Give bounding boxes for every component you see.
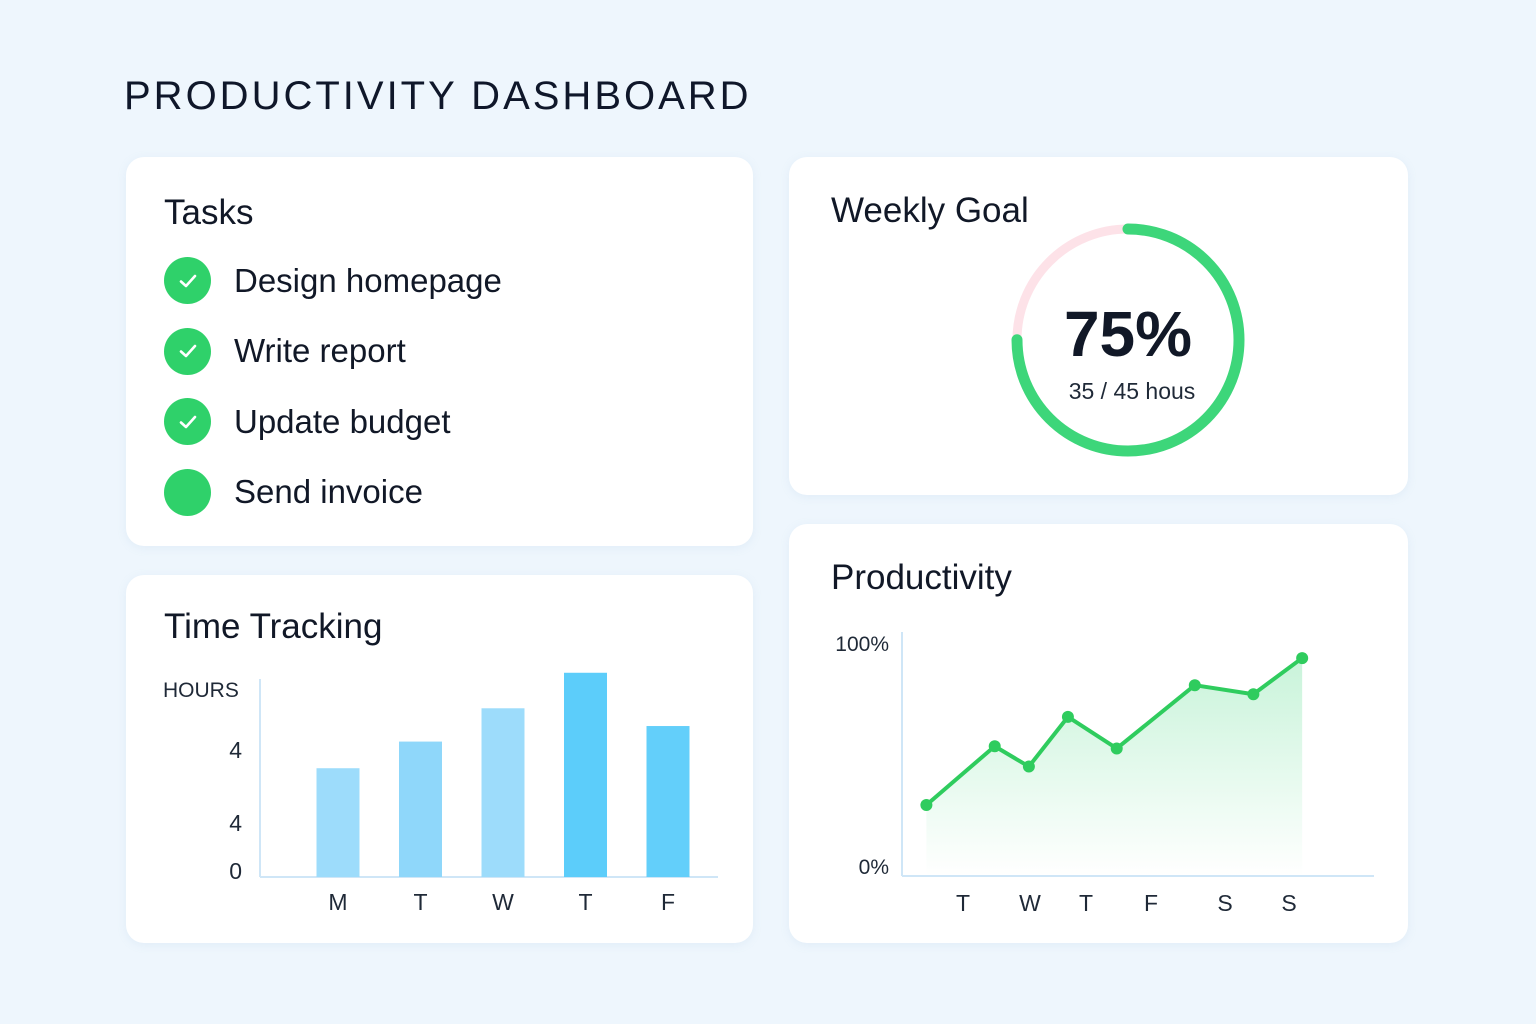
x-tick-label: T xyxy=(413,889,427,915)
y-tick-label: 100% xyxy=(835,633,889,656)
data-point xyxy=(920,798,933,811)
bar xyxy=(481,708,525,877)
pending-circle-icon[interactable] xyxy=(164,468,211,516)
area-fill xyxy=(926,658,1303,876)
task-list: Design homepage Write report Update budg… xyxy=(164,257,502,539)
productivity-line-chart: 100% 0% T W T F S S xyxy=(835,632,1374,916)
check-circle-icon[interactable] xyxy=(164,257,211,304)
data-point xyxy=(1110,742,1123,755)
weekly-goal-card: Weekly Goal 75% 35 / 45 hous xyxy=(789,157,1408,495)
data-point xyxy=(1022,760,1035,773)
x-tick-label: F xyxy=(661,889,675,915)
x-tick-label: T xyxy=(956,890,970,916)
y-tick-label: 4 xyxy=(229,810,242,836)
weekly-goal-title: Weekly Goal xyxy=(831,191,1029,230)
x-tick-label: S xyxy=(1281,890,1296,916)
goal-hours: 35 / 45 hous xyxy=(1068,378,1196,404)
task-item[interactable]: Update budget xyxy=(164,398,502,445)
task-label: Send invoice xyxy=(234,473,423,510)
data-point xyxy=(988,740,1001,753)
x-tick-label: F xyxy=(1144,890,1158,916)
data-point xyxy=(1296,652,1309,665)
goal-percent: 75% xyxy=(1063,298,1193,370)
y-axis-label: HOURS xyxy=(163,679,239,702)
time-tracking-bar-chart: HOURS 4 4 0 M T W T F xyxy=(163,672,718,915)
data-point xyxy=(1247,688,1260,701)
task-item[interactable]: Design homepage xyxy=(164,257,502,304)
x-tick-label: W xyxy=(492,889,514,915)
y-tick-label: 4 xyxy=(229,737,242,763)
data-point xyxy=(1061,710,1074,723)
page-title: PRODUCTIVITY DASHBOARD xyxy=(124,74,752,118)
x-tick-label: W xyxy=(1019,890,1041,916)
y-tick-label: 0% xyxy=(859,856,889,879)
data-point xyxy=(1188,679,1201,692)
time-tracking-card: Time Tracking HOURS 4 4 0 M T W T F xyxy=(126,575,753,943)
task-label: Design homepage xyxy=(234,261,502,299)
task-label: Update budget xyxy=(234,402,451,440)
bar xyxy=(399,741,442,877)
bar xyxy=(564,672,607,877)
x-tick-label: M xyxy=(328,889,347,915)
x-tick-label: T xyxy=(1079,890,1093,916)
tasks-title: Tasks xyxy=(164,193,254,232)
y-tick-label: 0 xyxy=(229,858,242,884)
task-item[interactable]: Write report xyxy=(164,327,502,375)
check-circle-icon[interactable] xyxy=(164,327,211,375)
x-tick-label: T xyxy=(578,889,592,915)
tasks-card: Tasks Design homepage Write report Updat… xyxy=(126,157,753,546)
bar xyxy=(316,768,360,877)
check-circle-icon[interactable] xyxy=(164,398,211,445)
task-item[interactable]: Send invoice xyxy=(164,468,502,516)
x-tick-label: S xyxy=(1217,890,1232,916)
task-label: Write report xyxy=(234,332,406,369)
bar xyxy=(646,726,690,877)
productivity-card: Productivity 100% 0% T W T F S S xyxy=(789,524,1408,943)
